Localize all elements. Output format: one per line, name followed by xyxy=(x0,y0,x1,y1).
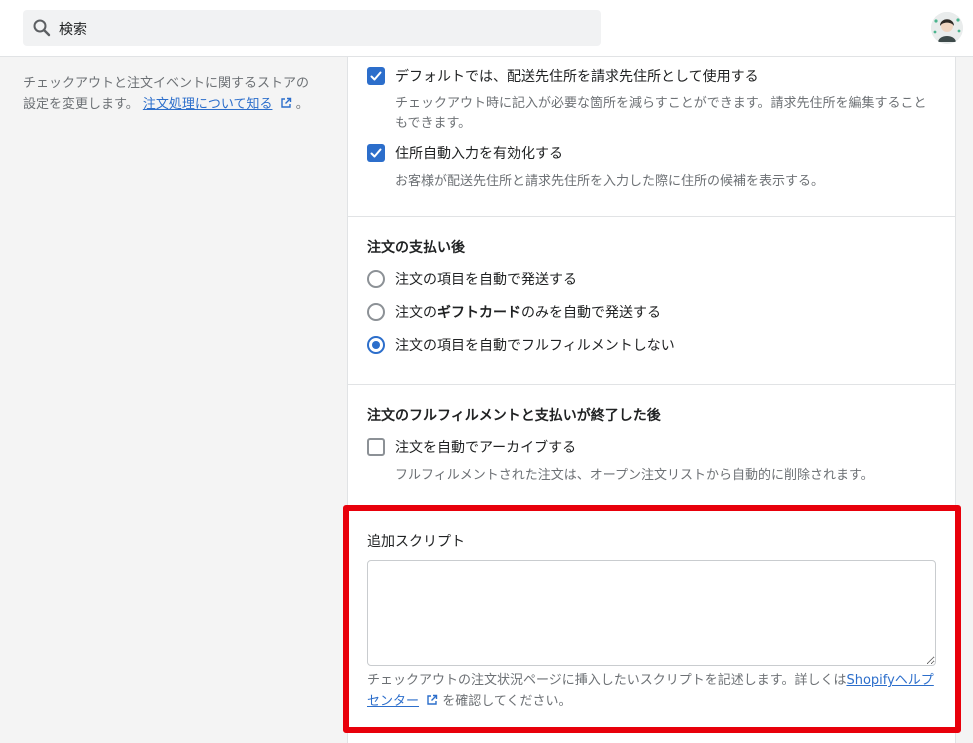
description-period: 。 xyxy=(295,97,309,112)
after-payment-title: 注文の支払い後 xyxy=(367,240,465,256)
auto-archive-option[interactable]: 注文を自動でアーカイブする xyxy=(367,437,576,457)
fulfill-all-option[interactable]: 注文の項目を自動で発送する xyxy=(367,269,577,289)
auto-archive-help: フルフィルメントされた注文は、オープン注文リストから自動的に削除されます。 xyxy=(395,468,874,483)
billing-default-checkbox[interactable] xyxy=(367,67,385,85)
avatar[interactable] xyxy=(931,12,963,44)
autocomplete-option[interactable]: 住所自動入力を有効化する xyxy=(367,143,563,163)
fulfill-all-label: 注文の項目を自動で発送する xyxy=(395,272,577,288)
no-auto-fulfill-label: 注文の項目を自動でフルフィルメントしない xyxy=(395,338,675,354)
fulfill-all-radio[interactable] xyxy=(367,270,385,288)
search-icon xyxy=(33,19,51,37)
divider xyxy=(347,216,956,217)
section-description: チェックアウトと注文イベントに関するストアの設定を変更します。 注文処理について… xyxy=(23,73,313,115)
billing-default-label: デフォルトでは、配送先住所を請求先住所として使用する xyxy=(395,69,759,85)
autocomplete-label: 住所自動入力を有効化する xyxy=(395,146,563,162)
no-auto-fulfill-option[interactable]: 注文の項目を自動でフルフィルメントしない xyxy=(367,335,675,355)
billing-default-option[interactable]: デフォルトでは、配送先住所を請求先住所として使用する xyxy=(367,66,759,86)
learn-more-link[interactable]: 注文処理について知る xyxy=(143,97,273,112)
avatar-icon xyxy=(931,12,963,44)
fulfill-gift-cards-label: 注文のギフトカードのみを自動で発送する xyxy=(395,305,661,321)
divider xyxy=(347,384,956,385)
highlight-annotation xyxy=(343,505,961,733)
fulfill-gift-cards-radio[interactable] xyxy=(367,303,385,321)
search-placeholder: 検索 xyxy=(59,22,87,38)
autocomplete-checkbox[interactable] xyxy=(367,144,385,162)
autocomplete-help: お客様が配送先住所と請求先住所を入力した際に住所の候補を表示する。 xyxy=(395,174,825,189)
checkmark-icon xyxy=(370,71,382,81)
top-bar: 検索 xyxy=(0,0,973,57)
auto-archive-label: 注文を自動でアーカイブする xyxy=(395,440,577,456)
external-link-icon xyxy=(280,97,291,108)
fulfill-gift-cards-option[interactable]: 注文のギフトカードのみを自動で発送する xyxy=(367,302,661,322)
checkmark-icon xyxy=(370,148,382,158)
auto-archive-checkbox[interactable] xyxy=(367,438,385,456)
search-input[interactable]: 検索 xyxy=(23,10,601,46)
billing-default-help: チェックアウト時に記入が必要な箇所を減らすことができます。請求先住所を編集するこ… xyxy=(395,96,927,131)
after-fulfillment-title: 注文のフルフィルメントと支払いが終了した後 xyxy=(367,408,661,424)
no-auto-fulfill-radio[interactable] xyxy=(367,336,385,354)
